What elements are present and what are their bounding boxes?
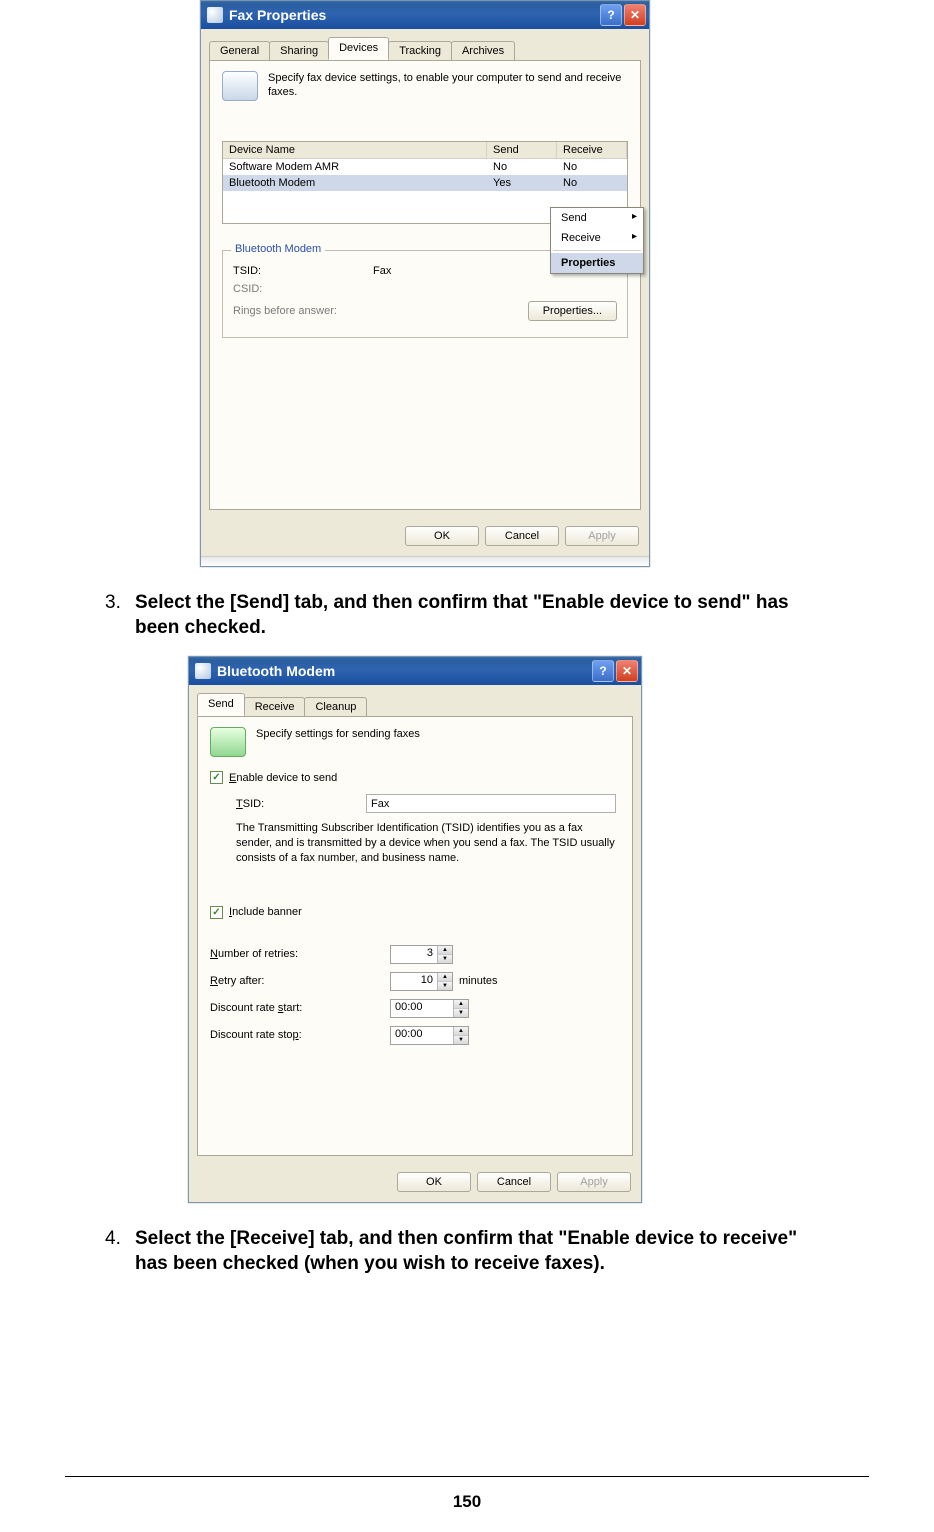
retry-after-label: Retry after: bbox=[210, 975, 390, 987]
fax-properties-dialog: Fax Properties ? ✕ General Sharing Devic… bbox=[200, 0, 650, 567]
step-body: Select the [Receive] tab, and then confi… bbox=[135, 1227, 829, 1276]
tsid-help: The Transmitting Subscriber Identificati… bbox=[236, 821, 620, 866]
ctx-properties[interactable]: Properties bbox=[551, 253, 643, 273]
tab-send[interactable]: Send bbox=[197, 693, 245, 716]
spinner-down-icon[interactable]: ▼ bbox=[454, 1009, 468, 1017]
apply-button[interactable]: Apply bbox=[565, 526, 639, 546]
table-row[interactable]: Software Modem AMR No No bbox=[223, 159, 627, 175]
divider bbox=[553, 250, 641, 251]
checkbox-checked-icon[interactable]: ✓ bbox=[210, 906, 223, 919]
tab-sharing[interactable]: Sharing bbox=[269, 41, 329, 61]
info-text: Specify settings for sending faxes bbox=[256, 727, 420, 757]
disc-start-spinner[interactable]: 00:00 ▲▼ bbox=[390, 999, 469, 1018]
tab-receive[interactable]: Receive bbox=[244, 697, 306, 717]
tsid-value: Fax bbox=[373, 265, 391, 277]
cell-name: Software Modem AMR bbox=[223, 159, 487, 175]
step-body: Select the [Send] tab, and then confirm … bbox=[135, 591, 829, 640]
col-device-name[interactable]: Device Name bbox=[223, 142, 487, 158]
bluetooth-modem-dialog: Bluetooth Modem ? ✕ Send Receive Cleanup… bbox=[188, 656, 642, 1203]
disc-stop-value: 00:00 bbox=[391, 1027, 453, 1044]
window-title: Fax Properties bbox=[229, 7, 326, 23]
col-send[interactable]: Send bbox=[487, 142, 557, 158]
tab-general[interactable]: General bbox=[209, 41, 270, 61]
apply-button[interactable]: Apply bbox=[557, 1172, 631, 1192]
cancel-button[interactable]: Cancel bbox=[485, 526, 559, 546]
tab-devices[interactable]: Devices bbox=[328, 37, 389, 60]
fax-icon bbox=[207, 7, 223, 23]
disc-stop-spinner[interactable]: 00:00 ▲▼ bbox=[390, 1026, 469, 1045]
tabpanel-send: Specify settings for sending faxes ✓ Ena… bbox=[197, 716, 633, 1156]
cell-send: Yes bbox=[487, 175, 557, 191]
titlebar[interactable]: Bluetooth Modem ? ✕ bbox=[189, 657, 641, 685]
step-4: 4. Select the [Receive] tab, and then co… bbox=[105, 1227, 829, 1276]
retries-spinner[interactable]: 3 ▲▼ bbox=[390, 945, 453, 964]
retries-label: Number of retries: bbox=[210, 948, 390, 960]
tabpanel-devices: Specify fax device settings, to enable y… bbox=[209, 60, 641, 510]
checkbox-checked-icon[interactable]: ✓ bbox=[210, 771, 223, 784]
step-3: 3. Select the [Send] tab, and then confi… bbox=[105, 591, 829, 640]
modem-icon bbox=[195, 663, 211, 679]
send-settings-icon bbox=[210, 727, 246, 757]
cell-receive: No bbox=[557, 159, 627, 175]
step-number: 4. bbox=[105, 1227, 135, 1276]
fax-device-icon bbox=[222, 71, 258, 101]
step-number: 3. bbox=[105, 591, 135, 640]
col-receive[interactable]: Receive bbox=[557, 142, 627, 158]
page-number: 150 bbox=[0, 1492, 934, 1512]
include-banner-row[interactable]: ✓ Include banner bbox=[210, 906, 620, 919]
groupbox-title: Bluetooth Modem bbox=[231, 243, 325, 255]
info-text: Specify fax device settings, to enable y… bbox=[268, 71, 628, 101]
tabstrip: General Sharing Devices Tracking Archive… bbox=[201, 29, 649, 60]
retries-value: 3 bbox=[391, 946, 437, 963]
window-title: Bluetooth Modem bbox=[217, 663, 335, 679]
tsid-label: TSID: bbox=[233, 265, 373, 277]
disc-start-label: Discount rate start: bbox=[210, 1002, 390, 1014]
tab-tracking[interactable]: Tracking bbox=[388, 41, 452, 61]
tsid-input[interactable] bbox=[366, 794, 616, 813]
close-button[interactable]: ✕ bbox=[624, 4, 646, 26]
spinner-up-icon[interactable]: ▲ bbox=[438, 973, 452, 982]
context-menu: Send Receive Properties bbox=[550, 207, 644, 274]
ok-button[interactable]: OK bbox=[397, 1172, 471, 1192]
tabstrip: Send Receive Cleanup bbox=[189, 685, 641, 716]
csid-label: CSID: bbox=[233, 283, 373, 295]
dialog-buttons: OK Cancel Apply bbox=[189, 1164, 641, 1202]
tab-archives[interactable]: Archives bbox=[451, 41, 515, 61]
cancel-button[interactable]: Cancel bbox=[477, 1172, 551, 1192]
table-row[interactable]: Bluetooth Modem Yes No bbox=[223, 175, 627, 191]
enable-send-row[interactable]: ✓ Enable device to send bbox=[210, 771, 620, 784]
tab-cleanup[interactable]: Cleanup bbox=[304, 697, 367, 717]
help-button[interactable]: ? bbox=[600, 4, 622, 26]
retry-after-value: 10 bbox=[391, 973, 437, 990]
spinner-up-icon[interactable]: ▲ bbox=[454, 1000, 468, 1009]
dialog-buttons: OK Cancel Apply bbox=[201, 518, 649, 556]
retry-after-spinner[interactable]: 10 ▲▼ bbox=[390, 972, 453, 991]
disc-start-value: 00:00 bbox=[391, 1000, 453, 1017]
cell-name: Bluetooth Modem bbox=[223, 175, 487, 191]
cell-send: No bbox=[487, 159, 557, 175]
cell-receive: No bbox=[557, 175, 627, 191]
spinner-down-icon[interactable]: ▼ bbox=[438, 982, 452, 990]
enable-send-label: Enable device to send bbox=[229, 772, 337, 784]
disc-stop-label: Discount rate stop: bbox=[210, 1029, 390, 1041]
properties-button[interactable]: Properties... bbox=[528, 301, 617, 321]
spinner-up-icon[interactable]: ▲ bbox=[438, 946, 452, 955]
ctx-receive[interactable]: Receive bbox=[551, 228, 643, 248]
cropped-area bbox=[201, 556, 649, 566]
page-divider bbox=[65, 1476, 869, 1477]
ok-button[interactable]: OK bbox=[405, 526, 479, 546]
spinner-up-icon[interactable]: ▲ bbox=[454, 1027, 468, 1036]
spinner-down-icon[interactable]: ▼ bbox=[454, 1036, 468, 1044]
close-button[interactable]: ✕ bbox=[616, 660, 638, 682]
titlebar[interactable]: Fax Properties ? ✕ bbox=[201, 1, 649, 29]
retry-after-unit: minutes bbox=[459, 975, 498, 987]
help-button[interactable]: ? bbox=[592, 660, 614, 682]
tsid-label: TSID: bbox=[236, 798, 366, 810]
ctx-send[interactable]: Send bbox=[551, 208, 643, 228]
rings-label: Rings before answer: bbox=[233, 305, 337, 317]
spinner-down-icon[interactable]: ▼ bbox=[438, 955, 452, 963]
include-banner-label: Include banner bbox=[229, 906, 302, 918]
